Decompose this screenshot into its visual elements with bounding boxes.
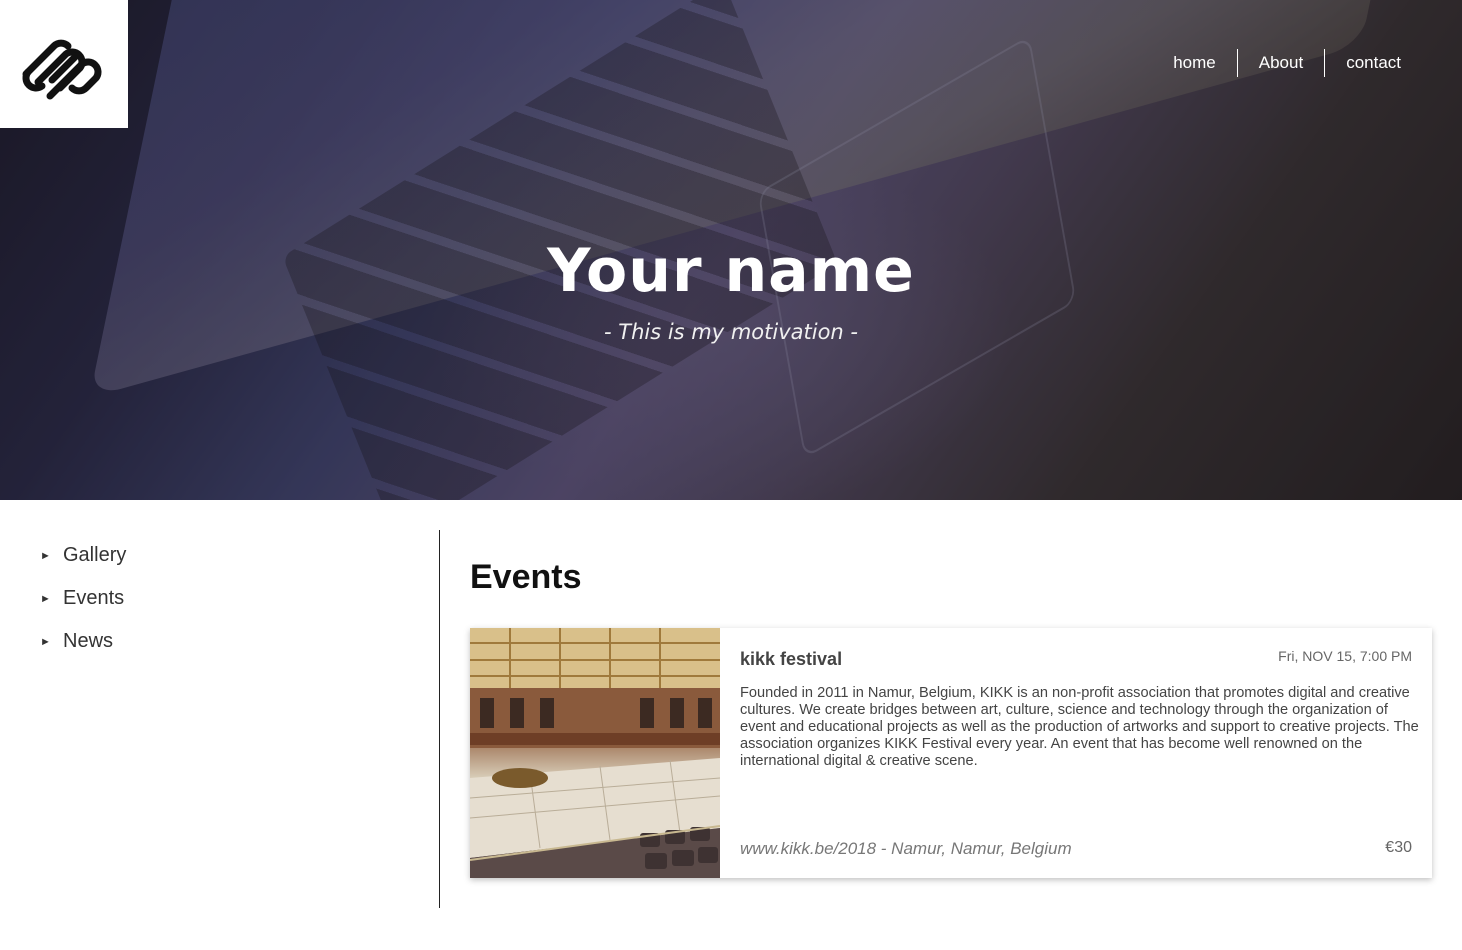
hall-illustration [470, 628, 720, 878]
event-date: Fri, NOV 15, 7:00 PM [1278, 648, 1412, 664]
squarespace-logo-icon [22, 39, 102, 100]
sidebar-item-events[interactable]: ► Events [40, 577, 126, 620]
vertical-divider [439, 530, 440, 908]
hero-banner: home About contact Your name - This is m… [0, 0, 1462, 500]
sidebar-item-label: Gallery [63, 544, 127, 566]
page-title: Events [470, 558, 582, 596]
content-area: ► Gallery ► Events ► News Events kikk fe… [0, 500, 1462, 950]
triangle-right-icon: ► [40, 592, 51, 605]
hero-subtitle: - This is my motivation - [604, 320, 858, 344]
sidebar-menu: ► Gallery ► Events ► News [40, 534, 126, 663]
event-price: €30 [1385, 839, 1412, 856]
event-description: Founded in 2011 in Namur, Belgium, KIKK … [740, 685, 1419, 769]
nav-contact-link[interactable]: contact [1325, 48, 1422, 77]
sidebar-item-label: News [63, 630, 114, 652]
sidebar-item-news[interactable]: ► News [40, 620, 126, 663]
event-image[interactable] [470, 628, 720, 878]
triangle-right-icon: ► [40, 635, 51, 648]
event-card[interactable]: kikk festival Fri, NOV 15, 7:00 PM Found… [470, 628, 1432, 878]
event-location: www.kikk.be/2018 - Namur, Namur, Belgium [740, 839, 1072, 858]
sidebar-item-label: Events [63, 587, 125, 609]
event-title[interactable]: kikk festival [740, 649, 842, 670]
site-logo[interactable] [0, 0, 128, 128]
sidebar-item-gallery[interactable]: ► Gallery [40, 534, 126, 577]
triangle-right-icon: ► [40, 549, 51, 562]
hero-title: Your name [547, 236, 915, 306]
top-nav: home About contact [1152, 48, 1422, 77]
nav-home-link[interactable]: home [1152, 48, 1237, 77]
nav-about-link[interactable]: About [1238, 48, 1324, 77]
